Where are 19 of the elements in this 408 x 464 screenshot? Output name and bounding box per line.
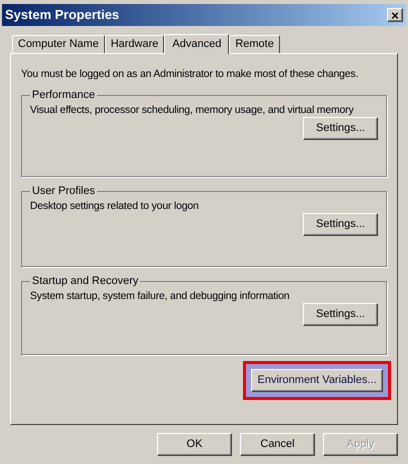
settings-button[interactable]: Settings... bbox=[303, 302, 378, 326]
close-button[interactable]: × bbox=[387, 8, 403, 22]
tab[interactable]: Hardware bbox=[104, 35, 164, 53]
group-title: Performance bbox=[31, 88, 96, 103]
group-description: Desktop settings related to your logon bbox=[30, 200, 200, 212]
tab[interactable]: Computer Name bbox=[12, 35, 105, 53]
tab[interactable]: Advanced bbox=[164, 34, 230, 54]
group-title: User Profiles bbox=[31, 184, 96, 199]
dialog-button[interactable]: OK bbox=[157, 433, 232, 456]
group-description: System startup, system failure, and debugging information bbox=[30, 290, 290, 302]
window-title: System Properties bbox=[5, 6, 120, 24]
dialog-button[interactable]: Cancel bbox=[240, 433, 315, 456]
settings-button[interactable]: Settings... bbox=[303, 212, 378, 236]
tab[interactable]: Remote bbox=[229, 35, 280, 53]
environment-variables-button[interactable]: Environment Variables... bbox=[251, 369, 383, 392]
group-description: Visual effects, processor scheduling, memory usage, and virtual memory bbox=[30, 104, 355, 116]
settings-button[interactable]: Settings... bbox=[303, 116, 378, 140]
admin-notice: You must be logged on as an Administrator to make most of these changes. bbox=[21, 68, 360, 81]
group-title: Startup and Recovery bbox=[31, 274, 140, 289]
